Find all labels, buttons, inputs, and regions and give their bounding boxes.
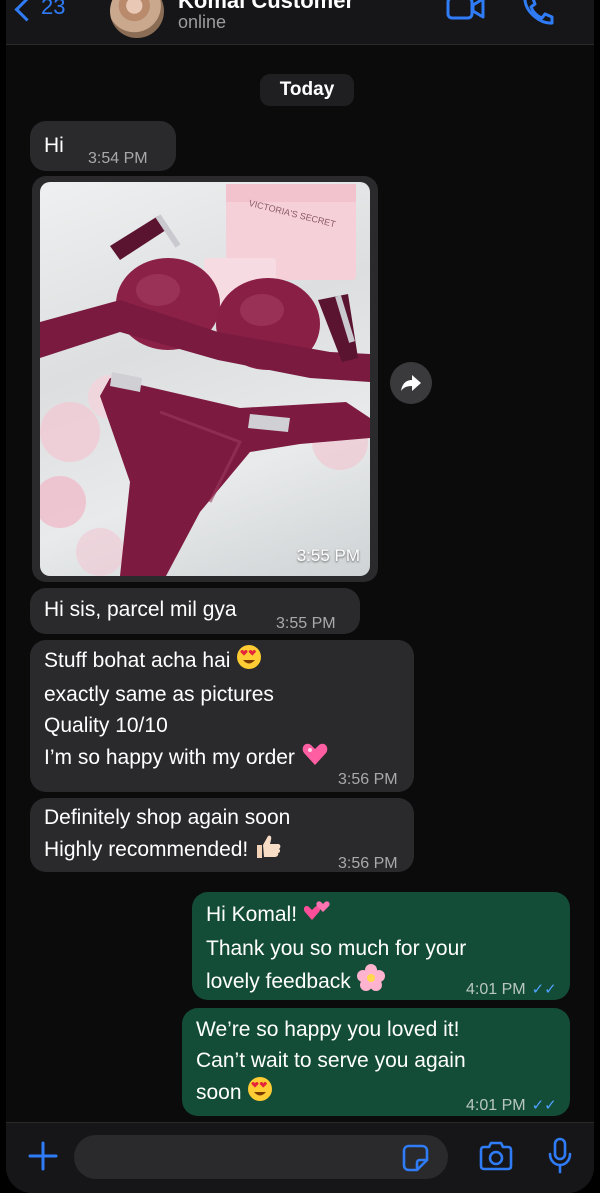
forward-button[interactable]: [390, 362, 432, 404]
message-bubble-incoming[interactable]: Hi sis, parcel mil gya 3:55 PM: [30, 588, 360, 634]
avatar[interactable]: [110, 0, 164, 38]
lingerie-image: VICTORIA'S SECRET: [40, 184, 370, 576]
image-message[interactable]: VICTORIA'S SECRET 3:55 PM: [32, 176, 378, 582]
heart-eyes-emoji: [236, 644, 262, 679]
two-hearts-emoji: [303, 898, 331, 933]
chat-screen: 23 Komal Customer online Today Hi 3:54 P…: [6, 0, 594, 1193]
message-time: 4:01 PM: [466, 981, 526, 998]
message-bubble-incoming[interactable]: Stuff bohat acha hai exactly same as pic…: [30, 640, 414, 792]
message-text: soon: [196, 1081, 242, 1105]
read-receipt-icon: ✓✓: [531, 1097, 557, 1114]
message-bubble-incoming[interactable]: Hi 3:54 PM: [30, 121, 176, 171]
sparkling-heart-emoji: [301, 741, 329, 776]
date-separator: Today: [260, 74, 354, 106]
phone-call-icon[interactable]: [520, 0, 554, 26]
message-time: 4:01 PM: [466, 1097, 526, 1114]
message-meta: 4:01 PM ✓✓: [466, 1090, 557, 1121]
message-text: Hi: [44, 134, 64, 157]
message-line: soon: [196, 1076, 466, 1111]
message-line: I’m so happy with my order: [44, 741, 329, 776]
video-call-icon[interactable]: [446, 0, 486, 26]
message-line: Hi Komal!: [206, 898, 466, 933]
message-text: We’re so happy you loved it!: [196, 1018, 460, 1041]
message-input[interactable]: [74, 1135, 448, 1179]
message-bubble-outgoing[interactable]: We’re so happy you loved it! Can’t wait …: [182, 1008, 570, 1116]
message-text: Hi sis, parcel mil gya: [44, 598, 237, 621]
message-line: lovely feedback: [206, 964, 466, 1001]
message-text: Hi Komal!: [206, 903, 298, 927]
back-chevron-icon: [14, 0, 39, 22]
message-bubble-incoming[interactable]: Definitely shop again soon Highly recomm…: [30, 798, 414, 872]
thumbs-up-emoji: [254, 833, 282, 868]
unread-count: 23: [41, 0, 66, 19]
sticker-icon[interactable]: [400, 1143, 430, 1173]
message-text: Quality 10/10: [44, 714, 168, 737]
message-text: exactly same as pictures: [44, 683, 274, 706]
message-text: lovely feedback: [206, 970, 351, 994]
message-time: 3:56 PM: [338, 771, 398, 788]
message-time: 3:55 PM: [276, 615, 336, 632]
microphone-icon[interactable]: [546, 1137, 574, 1175]
product-photo[interactable]: VICTORIA'S SECRET 3:55 PM: [40, 182, 370, 576]
forward-icon: [401, 375, 421, 391]
message-text: Can’t wait to serve you again: [196, 1049, 466, 1072]
message-line: Highly recommended!: [44, 833, 290, 868]
contact-status: online: [178, 12, 227, 32]
message-text: Stuff bohat acha hai: [44, 649, 231, 673]
message-meta: 4:01 PM ✓✓: [466, 974, 557, 1005]
message-line: Stuff bohat acha hai: [44, 644, 329, 679]
message-time: 3:54 PM: [88, 150, 148, 167]
message-time: 3:56 PM: [338, 855, 398, 872]
message-text: Highly recommended!: [44, 838, 249, 862]
chat-header: 23 Komal Customer online: [6, 0, 594, 45]
plus-icon[interactable]: [28, 1141, 58, 1171]
cherry-blossom-emoji: [356, 964, 385, 1001]
image-time: 3:55 PM: [296, 546, 360, 565]
camera-icon[interactable]: [478, 1141, 514, 1171]
back-button[interactable]: 23: [14, 0, 66, 22]
read-receipt-icon: ✓✓: [531, 981, 557, 998]
message-bubble-outgoing[interactable]: Hi Komal! Thank you so much for your lov…: [192, 892, 570, 1000]
message-text: I’m so happy with my order: [44, 746, 295, 770]
message-text: Definitely shop again soon: [44, 806, 291, 829]
message-text: Thank you so much for your: [206, 937, 467, 960]
composer-bar: [6, 1122, 594, 1193]
heart-eyes-emoji: [247, 1076, 273, 1111]
